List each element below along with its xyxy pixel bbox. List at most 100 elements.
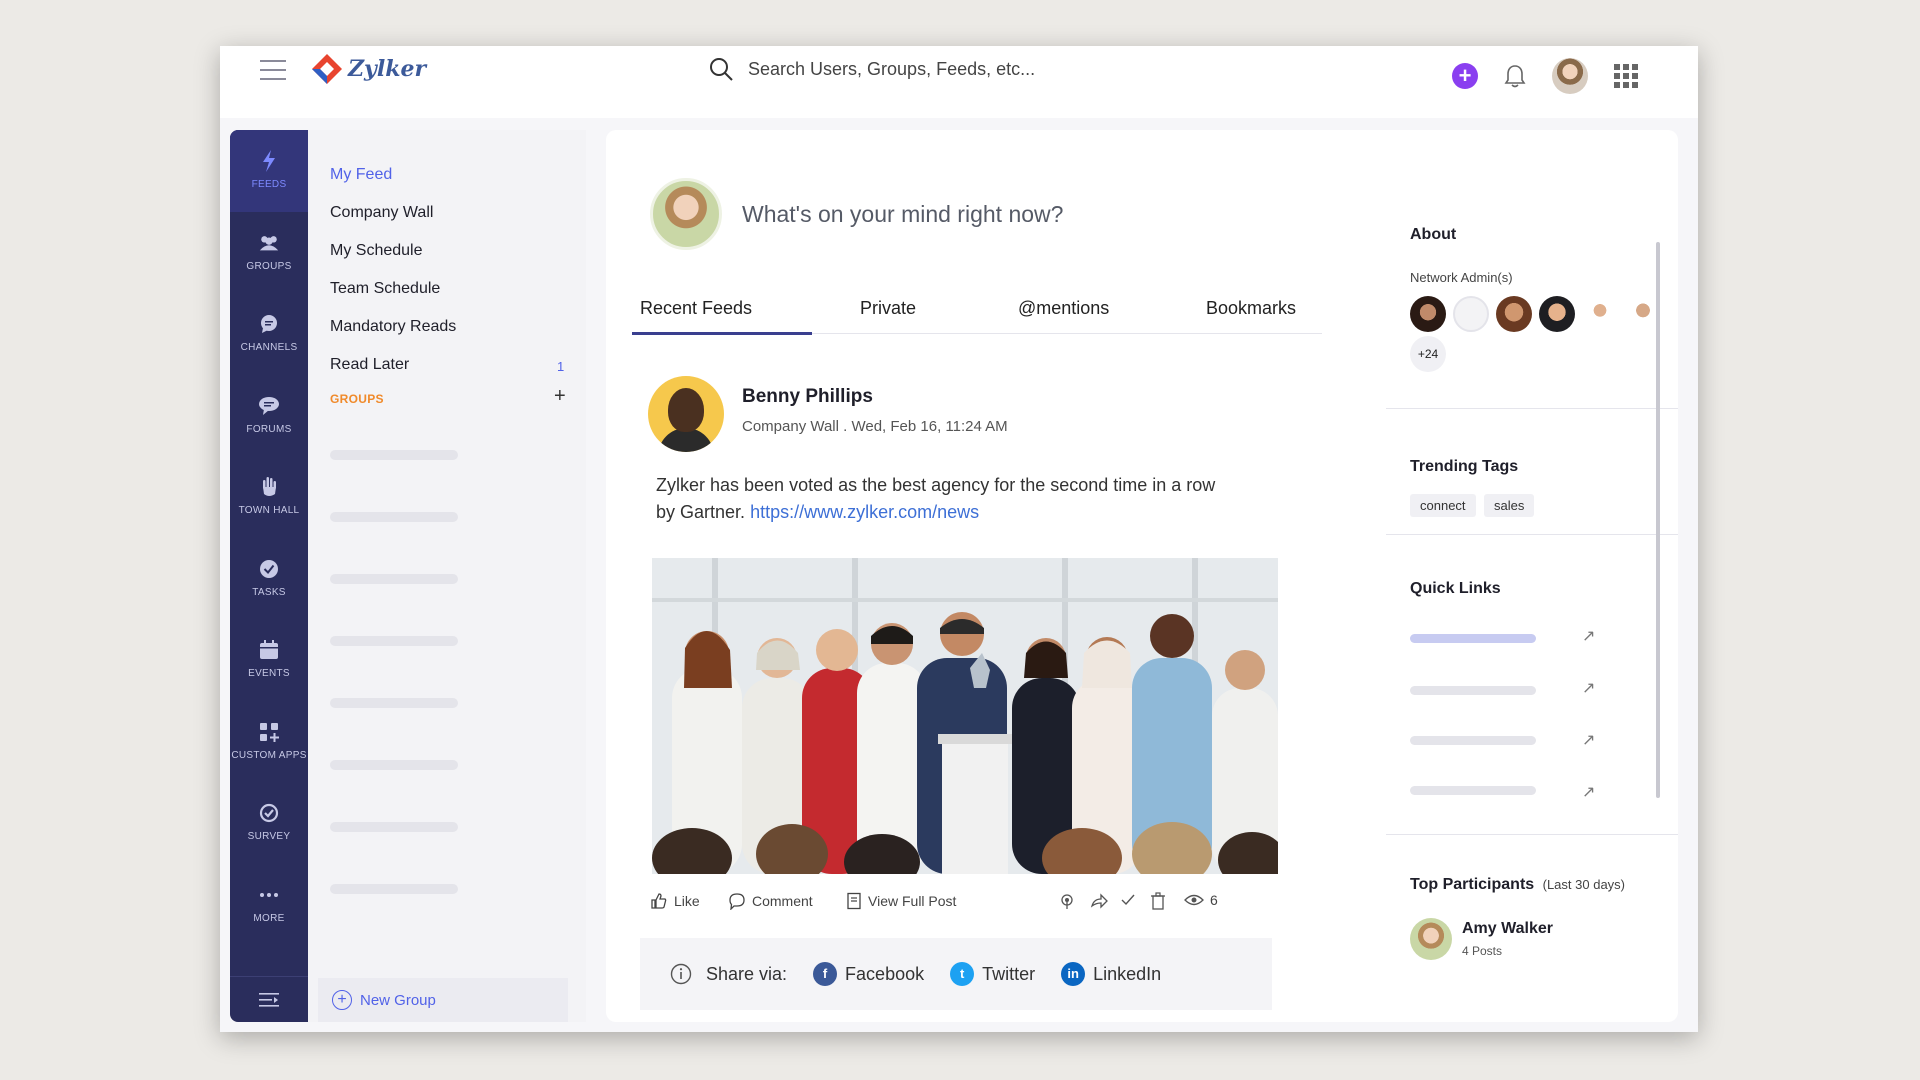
post-composer[interactable]: What's on your mind right now? (650, 178, 1063, 250)
like-button[interactable]: Like (650, 892, 700, 910)
linkedin-label: LinkedIn (1093, 963, 1162, 984)
nav-item-company-wall[interactable]: Company Wall (330, 204, 433, 222)
quick-links-title: Quick Links (1410, 580, 1501, 597)
tab-mentions[interactable]: @mentions (1018, 298, 1109, 319)
mark-done-button[interactable] (1120, 892, 1136, 908)
external-link-icon[interactable]: ↗ (1582, 678, 1595, 698)
nav-item-read-later[interactable]: Read Later (330, 356, 409, 374)
rail-label: FEEDS (251, 179, 287, 191)
rail-item-forums[interactable]: FORUMS (230, 375, 308, 457)
groups-heading: GROUPS (330, 392, 384, 406)
new-group-button[interactable]: + New Group (318, 978, 568, 1022)
create-button[interactable]: + (1452, 63, 1478, 89)
external-link-icon[interactable]: ↗ (1582, 626, 1595, 646)
post-link[interactable]: https://www.zylker.com/news (750, 502, 979, 522)
rail-item-custom-apps[interactable]: CUSTOM APPS (230, 701, 308, 783)
comment-icon (729, 893, 745, 910)
tag-sales[interactable]: sales (1484, 494, 1535, 517)
search-input[interactable]: Search Users, Groups, Feeds, etc... (748, 59, 1035, 80)
user-avatar[interactable] (1552, 58, 1588, 94)
top-bar: Zylker Search Users, Groups, Feeds, etc.… (220, 46, 1698, 118)
app-grid-icon[interactable] (1614, 64, 1638, 88)
participant-avatar[interactable] (1410, 918, 1452, 960)
new-group-label: New Group (360, 991, 436, 1009)
tag-connect[interactable]: connect (1410, 494, 1476, 517)
group-placeholder (330, 512, 458, 522)
group-placeholder (330, 822, 458, 832)
participant-name[interactable]: Amy Walker (1462, 920, 1553, 938)
trash-icon (1151, 892, 1165, 910)
share-facebook-button[interactable]: f Facebook (813, 962, 924, 986)
admin-avatar[interactable] (1453, 296, 1489, 332)
right-panel: About Network Admin(s) +24 Trending Tags… (1386, 130, 1678, 1022)
quick-link-placeholder[interactable] (1410, 686, 1536, 695)
group-placeholder (330, 450, 458, 460)
admin-avatar[interactable] (1496, 296, 1532, 332)
zylker-logo-icon (312, 54, 342, 84)
share-button[interactable] (1090, 892, 1108, 910)
nav-item-my-schedule[interactable]: My Schedule (330, 242, 423, 260)
nav-item-team-schedule[interactable]: Team Schedule (330, 280, 440, 298)
app-logo[interactable]: Zylker (310, 52, 426, 86)
group-placeholder (330, 574, 458, 584)
share-twitter-button[interactable]: t Twitter (950, 962, 1035, 986)
more-admins-badge[interactable]: +24 (1410, 336, 1446, 372)
group-placeholder (330, 698, 458, 708)
quick-link-placeholder[interactable] (1410, 786, 1536, 795)
post-meta: Company Wall . Wed, Feb 16, 11:24 AM (742, 418, 1008, 435)
post-author-avatar[interactable] (648, 376, 724, 452)
quick-link-placeholder[interactable] (1410, 634, 1536, 643)
eye-icon (1184, 894, 1204, 906)
tab-private[interactable]: Private (860, 298, 916, 319)
facebook-icon: f (813, 962, 838, 986)
rail-label: CHANNELS (240, 342, 298, 354)
forum-icon (258, 395, 280, 417)
search-bar[interactable]: Search Users, Groups, Feeds, etc... (708, 56, 1035, 82)
right-panel-scrollbar[interactable] (1656, 242, 1660, 798)
nav-item-mandatory-reads[interactable]: Mandatory Reads (330, 318, 456, 336)
composer-input[interactable]: What's on your mind right now? (742, 201, 1063, 228)
collapse-rail-button[interactable] (230, 976, 308, 1022)
rail-item-tasks[interactable]: TASKS (230, 538, 308, 620)
collapse-icon (259, 992, 279, 1007)
menu-icon[interactable] (260, 60, 286, 86)
thumbs-up-icon (651, 893, 667, 909)
raised-hand-icon (258, 476, 280, 498)
admin-avatar[interactable] (1582, 296, 1618, 332)
like-label: Like (674, 893, 700, 909)
delete-button[interactable] (1150, 892, 1166, 910)
tab-recent-feeds[interactable]: Recent Feeds (640, 298, 752, 319)
rail-item-town-hall[interactable]: TOWN HALL (230, 456, 308, 538)
rail-item-channels[interactable]: CHANNELS (230, 293, 308, 375)
quick-link-placeholder[interactable] (1410, 736, 1536, 745)
apps-icon (258, 721, 280, 743)
rail-item-more[interactable]: MORE (230, 864, 308, 946)
share-via-label: Share via: (706, 963, 788, 984)
admin-avatar[interactable] (1410, 296, 1446, 332)
tab-bookmarks[interactable]: Bookmarks (1206, 298, 1296, 319)
external-link-icon[interactable]: ↗ (1582, 782, 1595, 802)
check-icon (1121, 894, 1135, 906)
rail-label: SURVEY (247, 831, 291, 843)
post-author-name[interactable]: Benny Phillips (742, 386, 873, 408)
rail-item-survey[interactable]: SURVEY (230, 782, 308, 864)
rail-item-groups[interactable]: GROUPS (230, 212, 308, 294)
view-full-post-button[interactable]: View Full Post (846, 892, 956, 910)
podcast-button[interactable] (1058, 892, 1076, 910)
rail-label: CUSTOM APPS (231, 749, 307, 761)
info-icon (670, 963, 692, 985)
comment-button[interactable]: Comment (728, 892, 813, 910)
facebook-label: Facebook (845, 963, 925, 984)
nav-item-my-feed[interactable]: My Feed (330, 166, 392, 184)
group-placeholder (330, 636, 458, 646)
rail-item-events[interactable]: EVENTS (230, 619, 308, 701)
post-image[interactable] (652, 558, 1278, 874)
share-linkedin-button[interactable]: in LinkedIn (1061, 962, 1161, 986)
admin-avatar[interactable] (1539, 296, 1575, 332)
add-group-button[interactable]: + (554, 385, 566, 408)
rail-item-feeds[interactable]: FEEDS (230, 130, 308, 212)
app-window: Zylker Search Users, Groups, Feeds, etc.… (220, 46, 1698, 1032)
bolt-icon (258, 150, 280, 173)
external-link-icon[interactable]: ↗ (1582, 730, 1595, 750)
notification-bell-icon[interactable] (1504, 64, 1526, 88)
